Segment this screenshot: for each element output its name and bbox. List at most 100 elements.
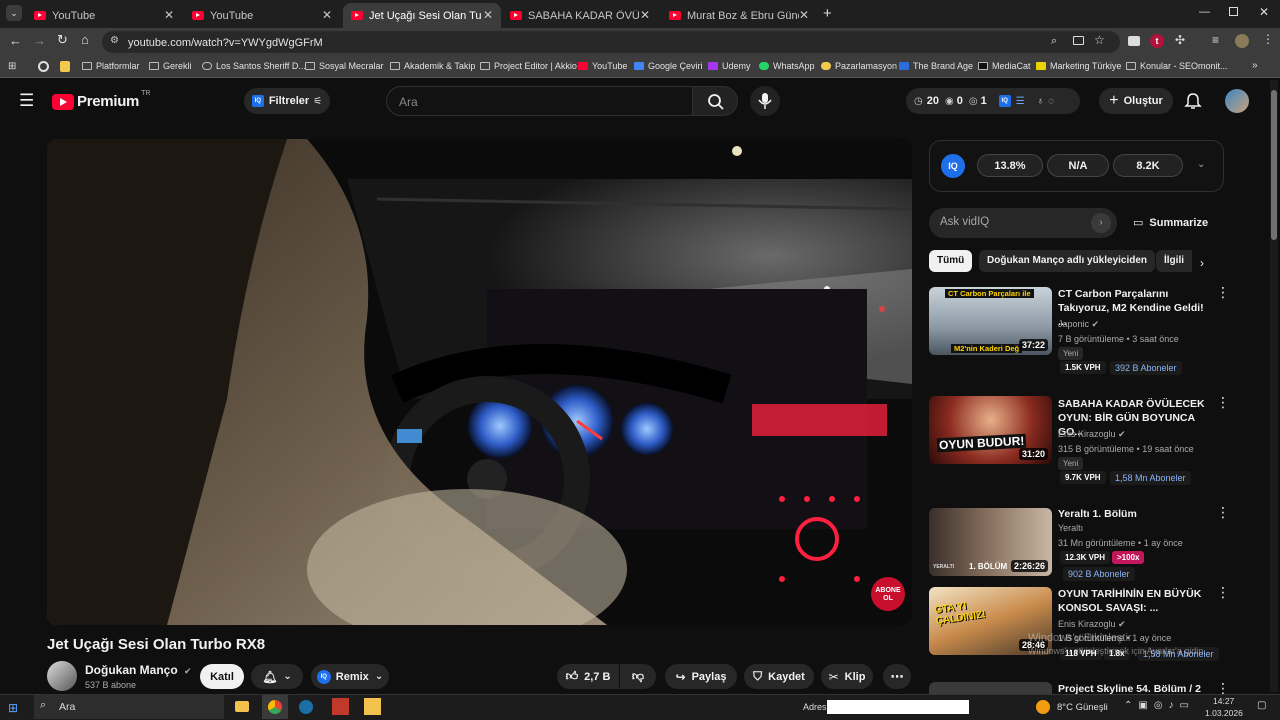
back-icon[interactable]: ← (9, 33, 22, 48)
reload-icon[interactable]: ↻ (57, 32, 68, 48)
vidiq-stat-2[interactable]: N/A (1047, 154, 1109, 177)
profile-avatar[interactable] (1235, 34, 1249, 48)
apps-grid-icon[interactable]: ⊞ (8, 61, 16, 72)
start-button[interactable]: ⊞ (8, 701, 18, 715)
channel-avatar[interactable] (47, 661, 77, 691)
ask-vidiq-input[interactable]: Ask vidIQ › (929, 208, 1117, 238)
voice-search-button[interactable] (750, 86, 780, 116)
more-options-icon[interactable]: ⋮ (1216, 505, 1230, 519)
extension-icon[interactable] (1128, 36, 1140, 46)
more-options-icon[interactable]: ⋮ (1216, 585, 1230, 599)
channel-name[interactable]: Doğukan Manço ✔ (85, 663, 192, 677)
bookmark-link[interactable]: Konular - SEOmonit... (1126, 61, 1228, 71)
more-actions-button[interactable]: ⋯ (883, 664, 911, 689)
home-icon[interactable]: ⌂ (81, 32, 89, 47)
bookmark-link[interactable]: Los Santos Sheriff D... (202, 61, 306, 71)
suggestion-title[interactable]: Yeraltı 1. Bölüm (1058, 507, 1208, 521)
chip-all[interactable]: Tümü (929, 250, 973, 272)
media-controls-icon[interactable]: ≡ (1212, 33, 1219, 47)
browser-tab[interactable]: Murat Boz & Ebru Gündeş - Gü ✕ (661, 3, 817, 28)
site-info-icon[interactable]: ⚙ (110, 35, 119, 46)
bookmark-folder[interactable]: Gerekli (149, 61, 192, 71)
chevron-down-icon[interactable]: ⌄ (1197, 159, 1205, 170)
close-tab-icon[interactable]: ✕ (164, 8, 174, 22)
chrome-icon[interactable] (262, 695, 288, 719)
more-bookmarks-icon[interactable]: » (1252, 60, 1258, 71)
bookmark-link[interactable]: The Brand Age (899, 61, 973, 71)
close-tab-icon[interactable]: ✕ (483, 8, 493, 22)
bookmark-link[interactable]: Google Çeviri (634, 61, 703, 71)
notifications-icon[interactable]: ▢ (1257, 700, 1266, 711)
minimize-window-icon[interactable]: — (1199, 6, 1210, 18)
guide-menu-icon[interactable]: ☰ (19, 92, 34, 109)
create-button[interactable]: + Oluştur (1099, 88, 1173, 114)
browser-tab-active[interactable]: Jet Uçağı Sesi Olan Turbo RX8 ✕ (343, 3, 501, 28)
clock-time[interactable]: 14:27 (1213, 696, 1234, 706)
more-options-icon[interactable]: ⋮ (1216, 285, 1230, 299)
suggestion-title[interactable]: OYUN TARİHİNİN EN BÜYÜK KONSOL SAVAŞI: .… (1058, 587, 1208, 615)
vidiq-stat-3[interactable]: 8.2K (1113, 154, 1183, 177)
chip-related[interactable]: İlgili (1156, 250, 1192, 272)
save-button[interactable]: ⛉ Kaydet (744, 664, 814, 689)
restore-window-icon[interactable] (1229, 7, 1238, 16)
new-tab-button[interactable]: + (823, 5, 832, 22)
browser-tab[interactable]: YouTube ✕ (184, 3, 340, 28)
search-box[interactable]: Ara (386, 86, 693, 116)
url-text[interactable]: youtube.com/watch?v=YWYgdWgGFrM (128, 37, 323, 49)
install-app-icon[interactable] (1073, 36, 1084, 45)
weather-icon[interactable] (1036, 700, 1050, 714)
bookmark-link[interactable]: YouTube (578, 61, 627, 71)
browser-tab[interactable]: SABAHA KADAR ÖVÜLECEK OY ✕ (502, 3, 658, 28)
clip-button[interactable]: ✂ Klip (821, 664, 873, 689)
account-avatar[interactable] (1225, 89, 1249, 113)
subscribe-overlay-button[interactable]: ABONE OL (871, 577, 905, 611)
suggestion-channel[interactable]: Yeraltı (1058, 523, 1083, 533)
bookmark-link[interactable]: Marketing Türkiye (1036, 61, 1121, 71)
bookmark-link[interactable]: Project Editor | Akkio (480, 61, 577, 71)
forward-icon[interactable]: → (33, 33, 46, 48)
youtube-logo[interactable]: Premium TR (52, 90, 150, 110)
dislike-button[interactable]: 👎︎ (620, 664, 656, 689)
suggestion-thumbnail[interactable] (929, 682, 1052, 694)
chip-uploader[interactable]: Doğukan Manço adlı yükleyiciden (979, 250, 1156, 272)
more-options-icon[interactable]: ⋮ (1216, 395, 1230, 409)
bookmark-folder[interactable]: Platformlar (82, 61, 140, 71)
bookmark-star-icon[interactable]: ☆ (1094, 33, 1105, 47)
send-arrow-icon[interactable]: › (1091, 213, 1111, 233)
app-red-icon[interactable] (332, 698, 349, 715)
steam-icon[interactable] (299, 700, 313, 714)
bookmark-folder[interactable]: Sosyal Mecralar (305, 61, 384, 71)
vidiq-badge[interactable]: IQ (941, 154, 965, 178)
vidiq-stats-bar[interactable]: ◷ 20 ◉ 0 ◎ 1 IQ ☰ ♁ ◌ (906, 88, 1080, 114)
taskbar-search[interactable]: ⌕ Ara (34, 695, 224, 719)
chips-next-icon[interactable]: › (1200, 256, 1204, 270)
browser-tab[interactable]: YouTube ✕ (26, 3, 182, 28)
more-options-icon[interactable]: ⋮ (1216, 681, 1230, 695)
suggestion-channel[interactable]: Enis Kirazoglu ✔ (1058, 619, 1126, 630)
close-tab-icon[interactable]: ✕ (640, 8, 650, 22)
like-button[interactable]: 👍︎ 2,7 B (557, 664, 619, 689)
weather-text[interactable]: 8°C Güneşli (1057, 702, 1108, 713)
remix-button[interactable]: IQ Remix ⌄ (311, 664, 389, 689)
bookmark-link[interactable]: Pazarlamasyon (821, 61, 897, 71)
tray-icons[interactable]: ⌃▣◎♪▭ (1124, 700, 1195, 711)
bookmark-link[interactable]: Udemy (708, 61, 751, 71)
suggestion-thumbnail[interactable]: OYUN BUDUR! 31:20 (929, 396, 1052, 464)
scrollbar-thumb[interactable] (1271, 90, 1277, 240)
google-icon[interactable] (38, 61, 49, 72)
suggestion-title[interactable]: Project Skyline 54. Bölüm / 2 (1058, 682, 1208, 694)
file-explorer-icon[interactable] (235, 701, 249, 712)
summarize-button[interactable]: ▭ Summarize (1133, 216, 1208, 230)
close-tab-icon[interactable]: ✕ (799, 8, 809, 22)
search-input[interactable]: Ara (399, 95, 418, 109)
bookmark-link[interactable]: MediaCat (978, 61, 1031, 71)
extensions-puzzle-icon[interactable]: ✣ (1175, 33, 1185, 47)
extension-t-icon[interactable]: t (1150, 34, 1164, 48)
close-window-icon[interactable]: ✕ (1259, 5, 1269, 19)
bookmark-yellow-icon[interactable] (60, 61, 70, 72)
notifications-bell-icon[interactable] (1184, 92, 1202, 115)
suggestion-thumbnail[interactable]: CT Carbon Parçaları ile M2'nin Kaderi De… (929, 287, 1052, 355)
page-scrollbar[interactable] (1270, 80, 1278, 692)
suggestion-channel[interactable]: Japonic ✔ (1058, 319, 1099, 330)
clock-date[interactable]: 1.03.2026 (1205, 708, 1243, 718)
